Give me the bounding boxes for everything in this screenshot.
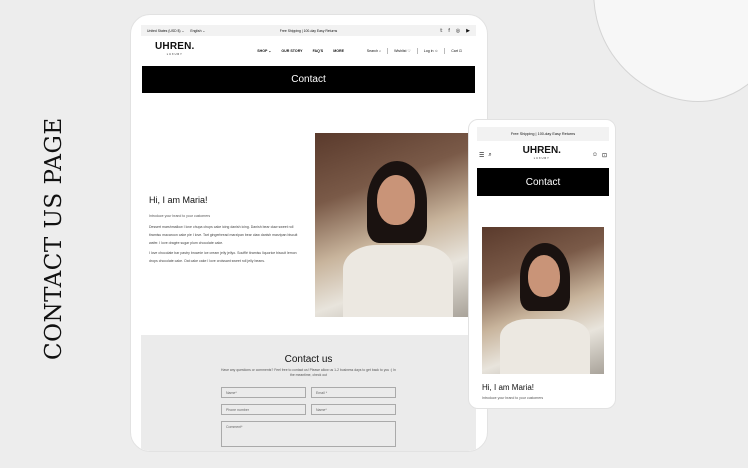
cart-label: Cart bbox=[451, 49, 458, 53]
search-link[interactable]: Search ⌕ bbox=[367, 49, 381, 53]
intro-lead: Introduce your brand to your customers bbox=[482, 396, 544, 400]
top-shape bbox=[500, 319, 590, 374]
face-shape bbox=[377, 175, 415, 225]
announcement-bar: United States (USD $) ⌄ English ⌄ Free S… bbox=[141, 25, 476, 36]
tablet-screen: United States (USD $) ⌄ English ⌄ Free S… bbox=[141, 25, 476, 451]
intro-heading: Hi, I am Maria! bbox=[149, 195, 208, 205]
page-title-banner: Contact bbox=[142, 66, 475, 93]
nav-item-our-story[interactable]: OUR STORY bbox=[281, 49, 302, 53]
page-title-banner: Contact bbox=[477, 168, 609, 196]
contact-heading: Contact us bbox=[284, 354, 333, 365]
divider bbox=[416, 48, 418, 54]
decorative-shape bbox=[579, 0, 748, 113]
facebook-icon[interactable]: f bbox=[448, 28, 449, 34]
intro-paragraph: Dessert marshmallow I love chupa chups c… bbox=[149, 225, 298, 245]
wishlist-link[interactable]: Wishlist ♡ bbox=[394, 49, 411, 53]
promo-text: Free Shipping | 100-day Easy Returns bbox=[279, 28, 338, 33]
comment-field[interactable]: Comment* bbox=[221, 421, 396, 447]
name-field-2[interactable]: Name* bbox=[311, 404, 396, 415]
divider bbox=[444, 48, 446, 54]
login-link[interactable]: Log in ☺ bbox=[424, 49, 438, 53]
brand-logo[interactable]: UHREN. LUXURY bbox=[155, 42, 195, 59]
name-field[interactable]: Name* bbox=[221, 387, 306, 398]
user-icon: ☺ bbox=[434, 49, 439, 53]
intro-heading: Hi, I am Maria! bbox=[482, 383, 535, 392]
email-field[interactable]: Email * bbox=[311, 387, 396, 398]
site-header: UHREN. LUXURY SHOP ⌄ OUR STORY FAQ'S MOR… bbox=[141, 36, 476, 66]
brand-logo[interactable]: UHREN. LUXURY bbox=[523, 146, 561, 163]
language-selector[interactable]: English ⌄ bbox=[190, 29, 205, 33]
top-shape bbox=[343, 245, 453, 317]
cart-icon[interactable]: ⊡ bbox=[602, 152, 607, 159]
twitter-icon[interactable]: 𝕥 bbox=[440, 28, 442, 34]
nav-item-faqs[interactable]: FAQ'S bbox=[313, 49, 324, 53]
intro-paragraph: I love chocolate bar pastry brownie ice … bbox=[149, 251, 297, 263]
phone-field[interactable]: Phone number bbox=[221, 404, 306, 415]
wishlist-label: Wishlist bbox=[394, 49, 407, 53]
logo-subtext: LUXURY bbox=[166, 53, 183, 56]
contact-section: Contact us Have any questions or comment… bbox=[141, 335, 476, 451]
contact-form: Name* Email * Phone number Name* Comment… bbox=[221, 387, 396, 447]
search-icon: ⌕ bbox=[379, 49, 382, 53]
user-icon[interactable]: ☺ bbox=[592, 152, 598, 158]
portrait-image bbox=[482, 227, 604, 374]
cart-link[interactable]: Cart ⊡ bbox=[451, 49, 462, 53]
nav-item-more[interactable]: MORE bbox=[333, 49, 344, 53]
tablet-mockup: United States (USD $) ⌄ English ⌄ Free S… bbox=[130, 14, 488, 452]
search-label: Search bbox=[366, 49, 379, 53]
intro-lead: Introduce your brand to your customers bbox=[149, 214, 211, 218]
menu-icon[interactable]: ☰ bbox=[479, 152, 484, 159]
header-actions: Search ⌕ Wishlist ♡ Log in ☺ Cart ⊡ bbox=[367, 48, 462, 54]
phone-announcement-bar: Free Shipping | 100-day Easy Returns bbox=[477, 127, 609, 141]
cart-icon: ⊡ bbox=[458, 49, 462, 53]
nav-item-shop[interactable]: SHOP ⌄ bbox=[257, 49, 271, 53]
page-side-title: CONTACT US PAGE bbox=[41, 117, 67, 360]
phone-header: ☰ ⌕ UHREN. LUXURY ☺ ⊡ bbox=[477, 144, 609, 166]
face-shape bbox=[528, 255, 560, 297]
currency-selector[interactable]: United States (USD $) ⌄ bbox=[147, 29, 184, 33]
login-label: Log in bbox=[423, 49, 434, 53]
youtube-icon[interactable]: ▶ bbox=[466, 28, 470, 34]
search-icon[interactable]: ⌕ bbox=[488, 152, 491, 159]
contact-text: Have any questions or comments? Feel fre… bbox=[221, 368, 396, 377]
heart-icon: ♡ bbox=[407, 49, 411, 53]
portrait-image bbox=[315, 133, 468, 317]
pinterest-icon[interactable]: ◎ bbox=[456, 28, 460, 34]
main-nav: SHOP ⌄ OUR STORY FAQ'S MORE bbox=[235, 49, 367, 53]
divider bbox=[387, 48, 389, 54]
intro-section: Hi, I am Maria! Introduce your brand to … bbox=[141, 133, 476, 323]
logo-subtext: LUXURY bbox=[533, 157, 550, 160]
phone-mockup: Free Shipping | 100-day Easy Returns ☰ ⌕… bbox=[468, 119, 616, 409]
